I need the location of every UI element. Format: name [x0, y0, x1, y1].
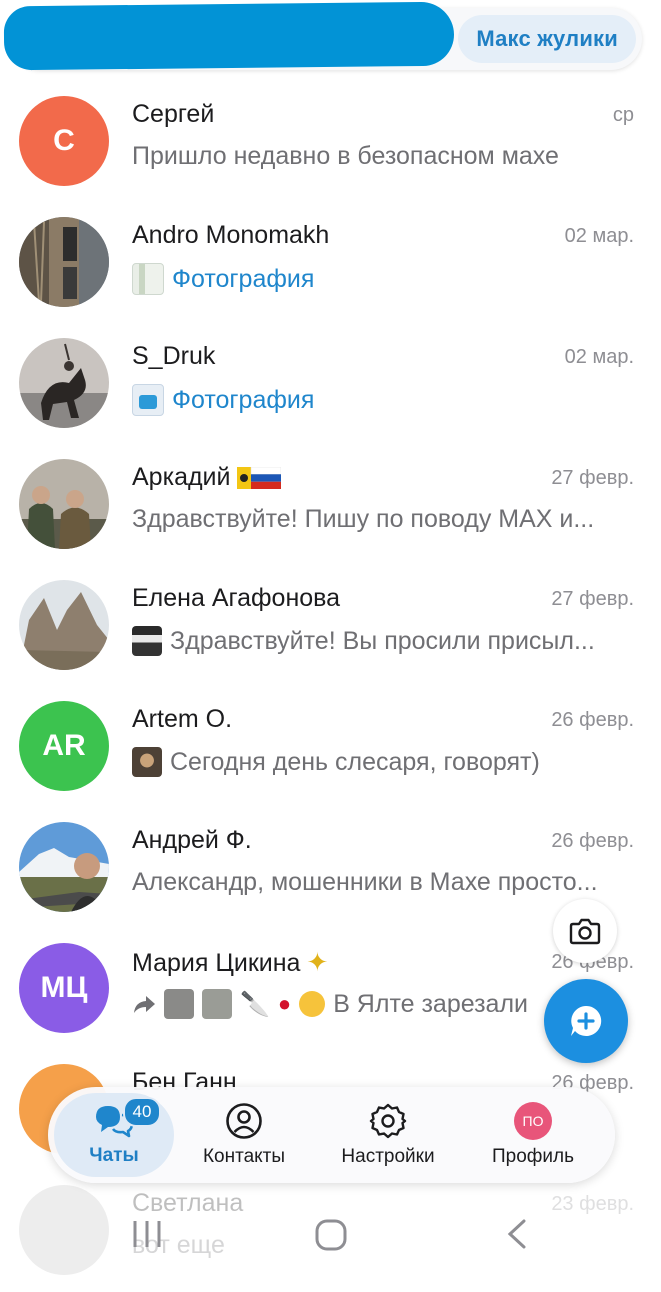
chat-date: ср	[612, 104, 634, 126]
avatar	[19, 338, 109, 428]
avatar	[19, 217, 109, 307]
chat-preview-text: Фотография	[172, 264, 315, 293]
chat-item[interactable]: AR Artem O. 26 февр. Сегодня день слесар…	[0, 687, 661, 808]
chat-preview-text: Здравствуйте! Вы просили присыл...	[170, 626, 595, 655]
nav-label-contacts: Контакты	[202, 1146, 286, 1167]
avatar-photo	[19, 580, 109, 670]
nav-item-profile[interactable]: ПО Профиль	[478, 1087, 588, 1183]
chat-item[interactable]: Andro Monomakh 02 мар. Фотография	[0, 203, 661, 324]
avatar-photo	[19, 217, 109, 307]
chat-preview-text: Фотография	[172, 385, 315, 414]
avatar-initials: МЦ	[40, 971, 88, 1004]
chat-preview-text: Пришло недавно в безопасном махе	[132, 142, 559, 170]
chat-preview: Сегодня день слесаря, говорят)	[132, 747, 632, 777]
photo-thumbnail	[132, 263, 164, 295]
avatar: МЦ	[19, 943, 109, 1033]
nav-label-profile: Профиль	[491, 1146, 575, 1167]
avatar-initials: С	[53, 124, 75, 157]
chat-date: 27 февр.	[551, 467, 634, 489]
new-chat-button[interactable]	[544, 979, 628, 1063]
chat-name: Аркадий	[132, 463, 281, 492]
contacts-icon	[226, 1103, 262, 1139]
chat-name-text: Мария Цикина	[132, 949, 301, 977]
nav-item-contacts[interactable]: Контакты	[188, 1087, 300, 1183]
russian-flag-icon	[236, 467, 281, 490]
sparkles-icon: ✦	[306, 947, 329, 977]
chat-item[interactable]: Елена Агафонова 27 февр. Здравствуйте! В…	[0, 566, 661, 687]
avatar: С	[19, 96, 109, 186]
settings-icon	[369, 1103, 407, 1139]
avatar	[19, 580, 109, 670]
avatar-photo	[19, 338, 109, 428]
chat-preview: Фотография	[132, 263, 632, 295]
redaction-overlay	[3, 1, 455, 71]
avatar-photo	[19, 459, 109, 549]
avatar	[19, 822, 109, 912]
chat-name: Мария Цикина ✦	[132, 947, 328, 978]
bottom-nav: Чаты 40 Контакты Настройки ПО Профиль	[48, 1087, 615, 1183]
system-nav-bar	[0, 1200, 661, 1280]
camera-button[interactable]	[553, 899, 617, 963]
chat-preview: Здравствуйте! Вы просили присыл...	[132, 626, 632, 656]
chat-item[interactable]: S_Druk 02 мар. Фотография	[0, 324, 661, 445]
knife-icon: 🔪	[240, 990, 270, 1018]
chat-preview-text: Здравствуйте! Пишу по поводу MAX и...	[132, 505, 595, 533]
nav-label-chats: Чаты	[89, 1145, 139, 1166]
nav-label-settings: Настройки	[341, 1146, 435, 1167]
photo-thumbnail	[202, 989, 232, 1019]
chat-date: 02 мар.	[564, 346, 634, 368]
nav-item-settings[interactable]: Настройки	[323, 1087, 453, 1183]
nav-item-chats[interactable]: Чаты 40	[54, 1087, 174, 1183]
photo-thumbnail	[132, 626, 162, 656]
filter-chip[interactable]: Макс жулики	[458, 15, 636, 63]
chat-name: Сергей	[132, 100, 215, 128]
photo-thumbnail	[164, 989, 194, 1019]
back-icon[interactable]	[504, 1218, 530, 1250]
chat-preview: Александр, мошенники в Махе просто...	[132, 868, 632, 897]
chat-preview-text: В Ялте зарезали	[333, 989, 529, 1018]
chat-name: Artem O.	[132, 705, 233, 733]
chat-preview: Здравствуйте! Пишу по поводу MAX и...	[132, 505, 632, 534]
avatar	[19, 459, 109, 549]
chat-preview-text: Сегодня день слесаря, говорят)	[170, 747, 540, 776]
chat-preview-text: Александр, мошенники в Махе просто...	[132, 868, 598, 896]
chat-name: S_Druk	[132, 342, 216, 370]
chat-date: 26 февр.	[551, 709, 634, 731]
chat-name-text: Аркадий	[132, 463, 231, 491]
photo-thumbnail	[132, 747, 162, 777]
flushed-face-icon	[299, 991, 326, 1017]
camera-icon	[569, 918, 601, 945]
recents-icon[interactable]	[130, 1218, 164, 1250]
chat-name: Андрей Ф.	[132, 826, 252, 854]
avatar-initials: AR	[42, 729, 86, 762]
chat-date: 02 мар.	[564, 225, 634, 247]
avatar-photo	[19, 822, 109, 912]
avatar: AR	[19, 701, 109, 791]
chat-preview: Пришло недавно в безопасном махе	[132, 142, 632, 171]
chat-name: Andro Monomakh	[132, 221, 330, 249]
photo-thumbnail	[132, 384, 164, 416]
unread-badge: 40	[123, 1097, 161, 1127]
forward-icon	[134, 996, 155, 1013]
chat-item[interactable]: С Сергей ср Пришло недавно в безопасном …	[0, 82, 661, 203]
home-icon[interactable]	[314, 1218, 348, 1252]
chat-item[interactable]: Аркадий 27 февр. Здравствуйте! Пишу по п…	[0, 445, 661, 566]
compose-icon	[571, 1005, 602, 1036]
chat-date: 26 февр.	[551, 830, 634, 852]
chat-preview: Фотография	[132, 384, 632, 416]
chat-date: 27 февр.	[551, 588, 634, 610]
profile-avatar: ПО	[514, 1102, 552, 1140]
chat-name: Елена Агафонова	[132, 584, 341, 612]
blood-drop-icon: ●	[277, 991, 292, 1016]
